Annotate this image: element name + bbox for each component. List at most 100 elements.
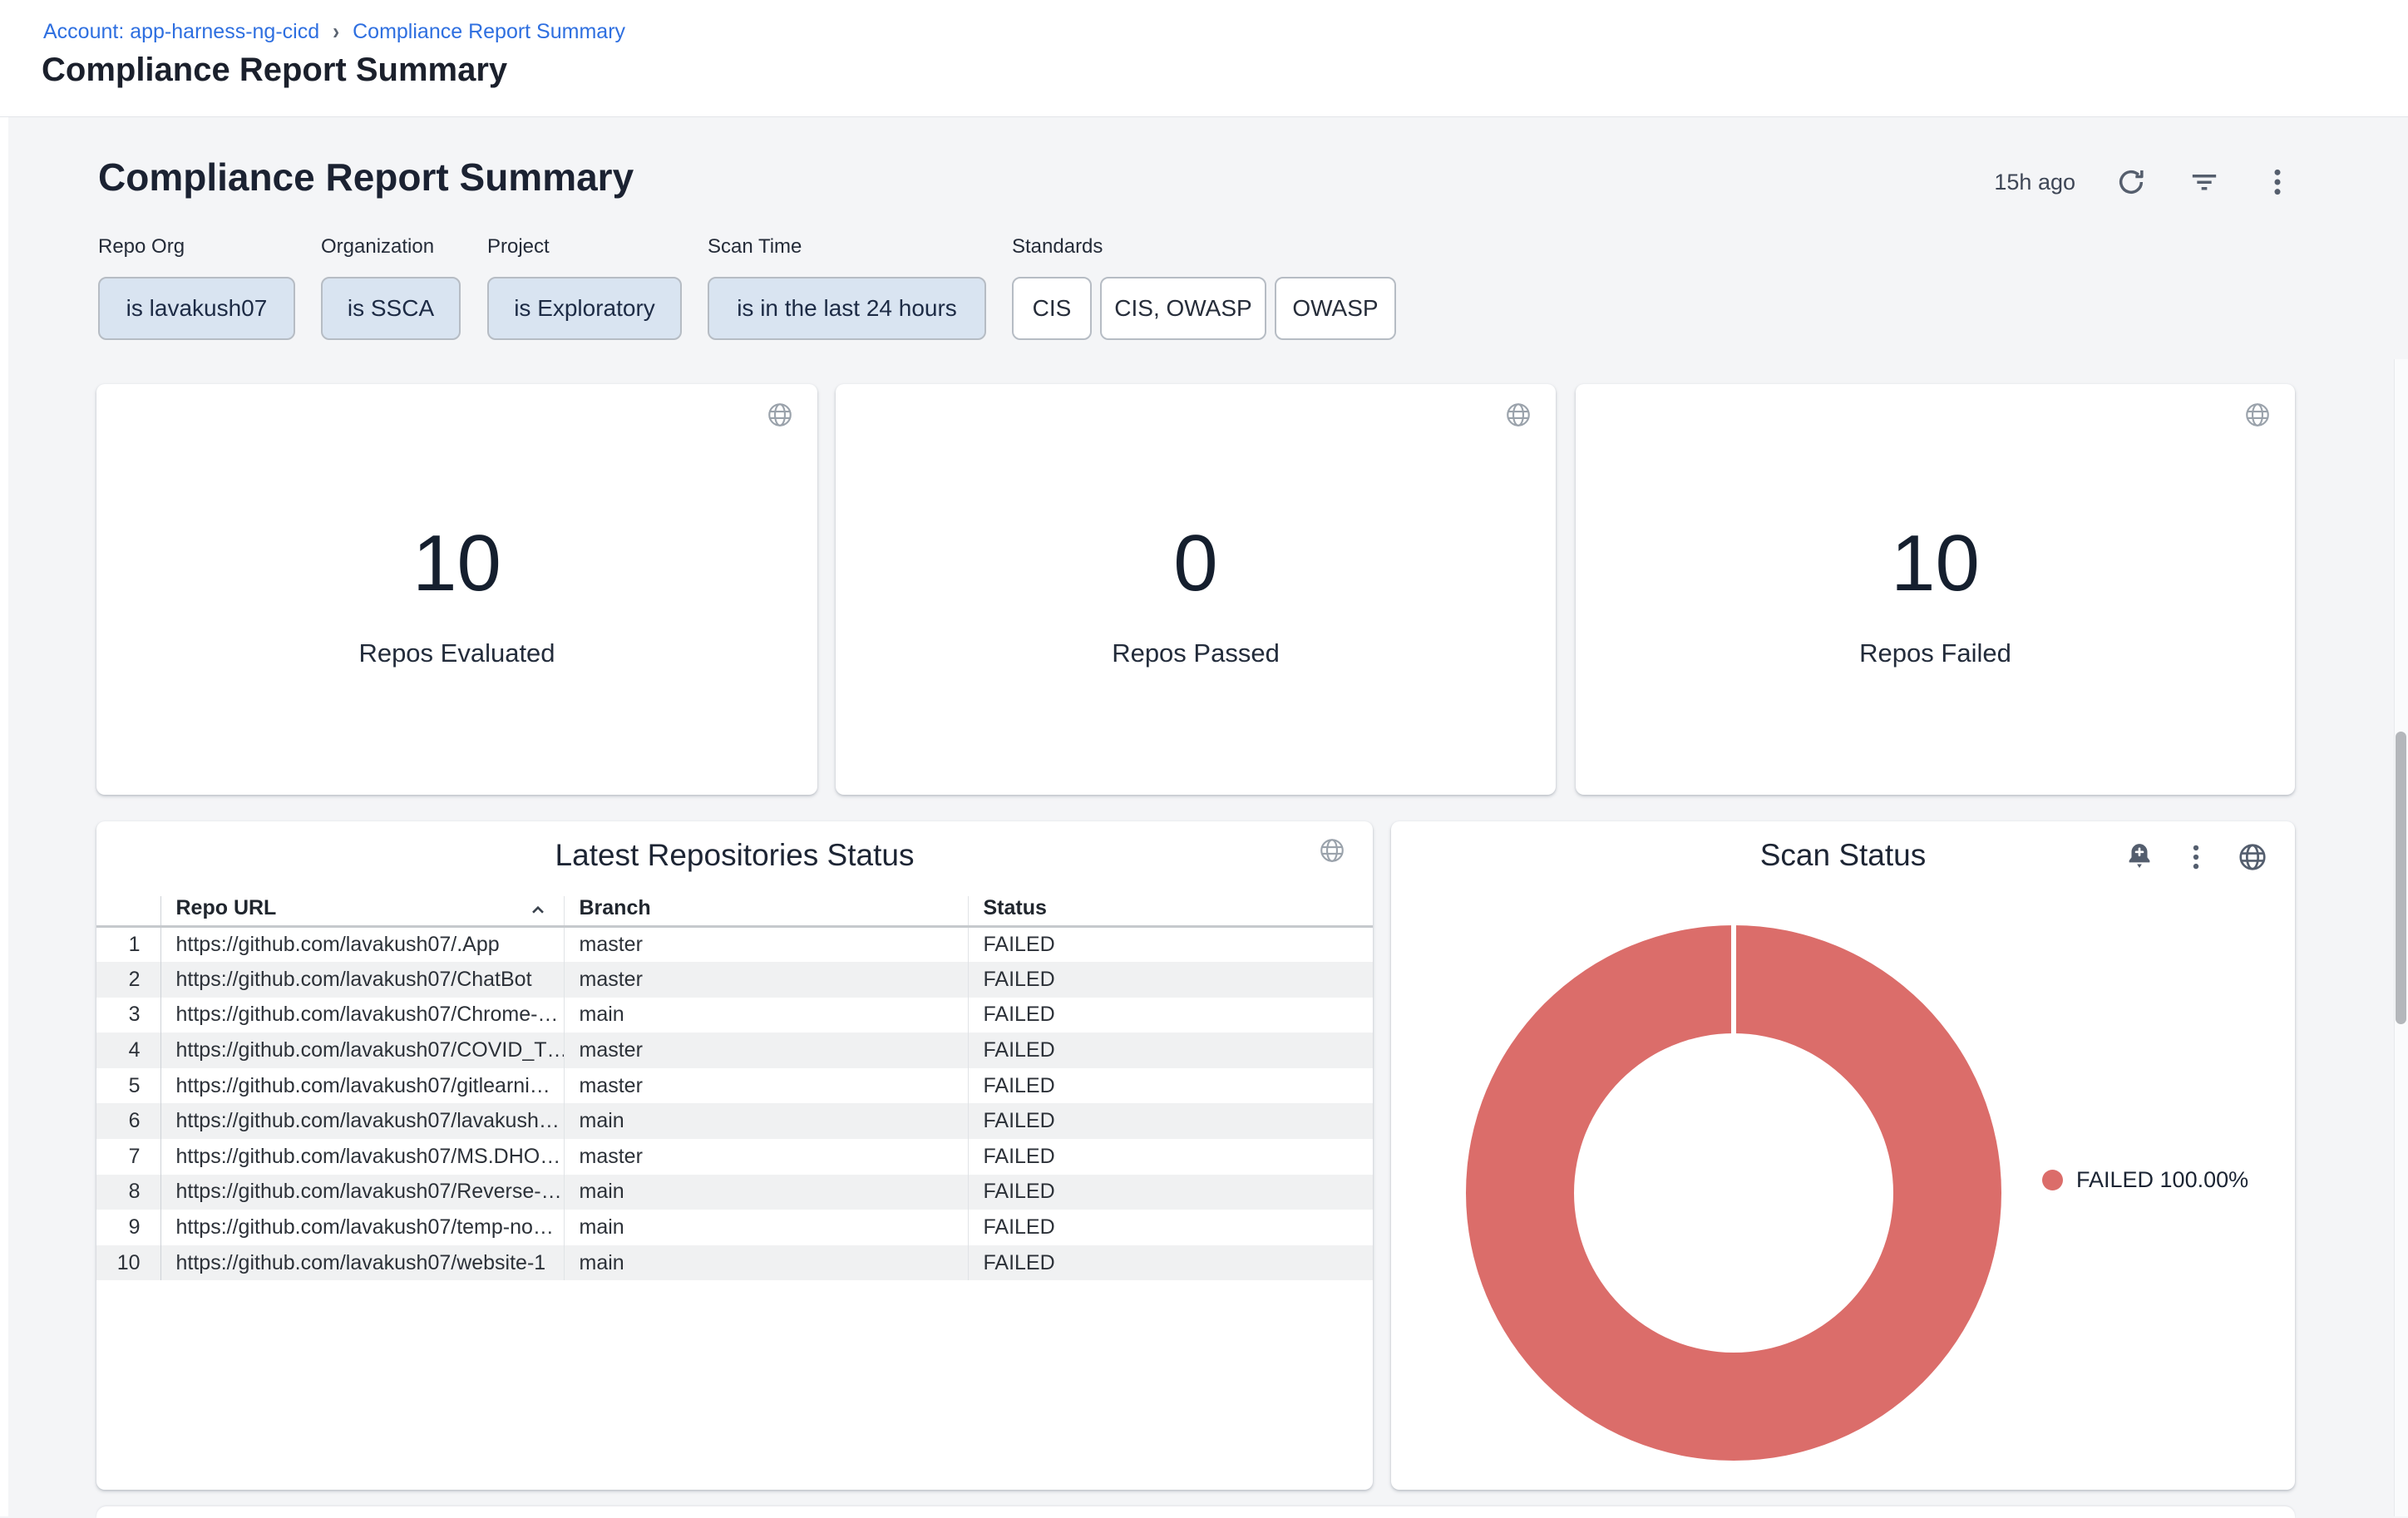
branch-cell: main — [564, 1103, 968, 1139]
scan-card-toolbar — [2122, 840, 2270, 875]
legend-dot — [2042, 1170, 2063, 1190]
latest-repositories-card: Latest Repositories Status Repo URL Bran… — [96, 821, 1373, 1490]
table-row[interactable]: 5 https://github.com/lavakush07/gitlearn… — [96, 1068, 1373, 1104]
filter-label: Standards — [1012, 235, 1396, 259]
filter-group-project: Project is Exploratory — [487, 235, 682, 340]
standards-option-owasp[interactable]: OWASP — [1275, 277, 1396, 340]
filter-label: Repo Org — [98, 235, 295, 259]
table-row[interactable]: 1 https://github.com/lavakush07/.App mas… — [96, 927, 1373, 963]
tile-label: Repos Failed — [1576, 638, 2295, 668]
row-number-header — [96, 896, 160, 927]
table-row[interactable]: 2 https://github.com/lavakush07/ChatBot … — [96, 962, 1373, 998]
branch-cell: main — [564, 1210, 968, 1245]
branch-cell: master — [564, 1033, 968, 1068]
scan-status-donut-chart[interactable] — [1466, 925, 2001, 1461]
status-cell: FAILED — [968, 1210, 1373, 1245]
repo-url-cell: https://github.com/lavakush07/gitlearni… — [160, 1068, 564, 1104]
kebab-menu-icon[interactable] — [2179, 840, 2213, 875]
sort-asc-icon — [527, 899, 549, 921]
status-cell: FAILED — [968, 1175, 1373, 1210]
row-number-cell: 2 — [96, 962, 160, 998]
filter-label: Scan Time — [708, 235, 986, 259]
status-cell: FAILED — [968, 1068, 1373, 1104]
alert-bell-icon[interactable] — [2122, 840, 2157, 875]
repo-url-cell: https://github.com/lavakush07/COVID_T… — [160, 1033, 564, 1068]
globe-icon — [1318, 836, 1346, 869]
table-row[interactable]: 8 https://github.com/lavakush07/Reverse-… — [96, 1175, 1373, 1210]
repo-url-cell: https://github.com/lavakush07/ChatBot — [160, 962, 564, 998]
repo-url-cell: https://github.com/lavakush07/Chrome-… — [160, 998, 564, 1033]
scan-status-card: Scan Status FAILED 100.00% — [1391, 821, 2295, 1490]
table-row[interactable]: 4 https://github.com/lavakush07/COVID_T…… — [96, 1033, 1373, 1068]
column-header-repo-url[interactable]: Repo URL — [160, 896, 564, 927]
table-row[interactable]: 9 https://github.com/lavakush07/temp-no…… — [96, 1210, 1373, 1245]
filter-chip-repo-org[interactable]: is lavakush07 — [98, 277, 295, 340]
filter-label: Project — [487, 235, 682, 259]
filter-group-standards: Standards CIS CIS, OWASP OWASP — [1012, 235, 1396, 340]
scrollbar-track[interactable] — [2394, 359, 2408, 1516]
status-cell: FAILED — [968, 998, 1373, 1033]
filter-chip-project[interactable]: is Exploratory — [487, 277, 682, 340]
scrollbar-thumb[interactable] — [2396, 732, 2406, 1024]
table-row[interactable]: 3 https://github.com/lavakush07/Chrome-…… — [96, 998, 1373, 1033]
kebab-menu-icon[interactable] — [2260, 165, 2295, 200]
repo-url-cell: https://github.com/lavakush07/MS.DHO… — [160, 1139, 564, 1175]
row-number-cell: 3 — [96, 998, 160, 1033]
globe-icon — [2243, 401, 2272, 433]
standards-option-cis[interactable]: CIS — [1012, 277, 1092, 340]
status-cell: FAILED — [968, 1139, 1373, 1175]
table-row[interactable]: 7 https://github.com/lavakush07/MS.DHO… … — [96, 1139, 1373, 1175]
tile-value: 0 — [836, 524, 1556, 604]
branch-cell: master — [564, 1139, 968, 1175]
row-number-cell: 7 — [96, 1139, 160, 1175]
tile-value: 10 — [1576, 524, 2295, 604]
tile-label: Repos Passed — [836, 638, 1556, 668]
standards-option-cis-owasp[interactable]: CIS, OWASP — [1100, 277, 1266, 340]
donut-hole — [1574, 1033, 1893, 1353]
globe-icon — [766, 401, 794, 433]
branch-cell: main — [564, 1175, 968, 1210]
status-cell: FAILED — [968, 962, 1373, 998]
row-number-cell: 4 — [96, 1033, 160, 1068]
column-header-status[interactable]: Status — [968, 896, 1373, 927]
legend-label: FAILED 100.00% — [2076, 1167, 2248, 1193]
dashboard-title: Compliance Report Summary — [98, 155, 634, 200]
tile-repos-passed: 0 Repos Passed — [836, 384, 1556, 795]
filter-group-organization: Organization is SSCA — [321, 235, 461, 340]
row-number-cell: 9 — [96, 1210, 160, 1245]
globe-icon — [2235, 840, 2270, 875]
branch-cell: master — [564, 1068, 968, 1104]
tile-repos-failed: 10 Repos Failed — [1576, 384, 2295, 795]
page-title: Compliance Report Summary — [42, 52, 507, 89]
breadcrumb-account-link[interactable]: Account: app-harness-ng-cicd — [43, 20, 319, 44]
dashboard-toolbar: 15h ago — [1994, 163, 2295, 201]
left-edge-strip — [0, 117, 8, 1516]
repo-url-cell: https://github.com/lavakush07/website-1 — [160, 1245, 564, 1281]
filter-icon[interactable] — [2187, 165, 2222, 200]
filter-chip-scan-time[interactable]: is in the last 24 hours — [708, 277, 986, 340]
branch-cell: main — [564, 1245, 968, 1281]
row-number-cell: 1 — [96, 927, 160, 963]
table-row[interactable]: 6 https://github.com/lavakush07/lavakush… — [96, 1103, 1373, 1139]
status-cell: FAILED — [968, 1103, 1373, 1139]
legend-item-failed[interactable]: FAILED 100.00% — [2042, 1167, 2248, 1193]
breadcrumb-separator-icon: › — [333, 18, 339, 45]
globe-icon — [1504, 401, 1532, 433]
filter-chip-organization[interactable]: is SSCA — [321, 277, 461, 340]
breadcrumb-current-link[interactable]: Compliance Report Summary — [353, 20, 625, 44]
repo-url-cell: https://github.com/lavakush07/Reverse-… — [160, 1175, 564, 1210]
column-header-branch[interactable]: Branch — [564, 896, 968, 927]
last-refresh-time: 15h ago — [1994, 170, 2075, 195]
repositories-table: Repo URL Branch Status 1 https://github.… — [96, 896, 1373, 1280]
table-body: 1 https://github.com/lavakush07/.App mas… — [96, 927, 1373, 1281]
table-row[interactable]: 10 https://github.com/lavakush07/website… — [96, 1245, 1373, 1281]
branch-cell: master — [564, 927, 968, 963]
filter-label: Organization — [321, 235, 461, 259]
refresh-icon[interactable] — [2114, 165, 2149, 200]
branch-cell: master — [564, 962, 968, 998]
donut-slice-divider — [1731, 925, 1736, 1034]
breadcrumb: Account: app-harness-ng-cicd › Complianc… — [43, 20, 625, 44]
row-number-cell: 5 — [96, 1068, 160, 1104]
table-title: Latest Repositories Status — [96, 838, 1373, 873]
tile-label: Repos Evaluated — [96, 638, 817, 668]
